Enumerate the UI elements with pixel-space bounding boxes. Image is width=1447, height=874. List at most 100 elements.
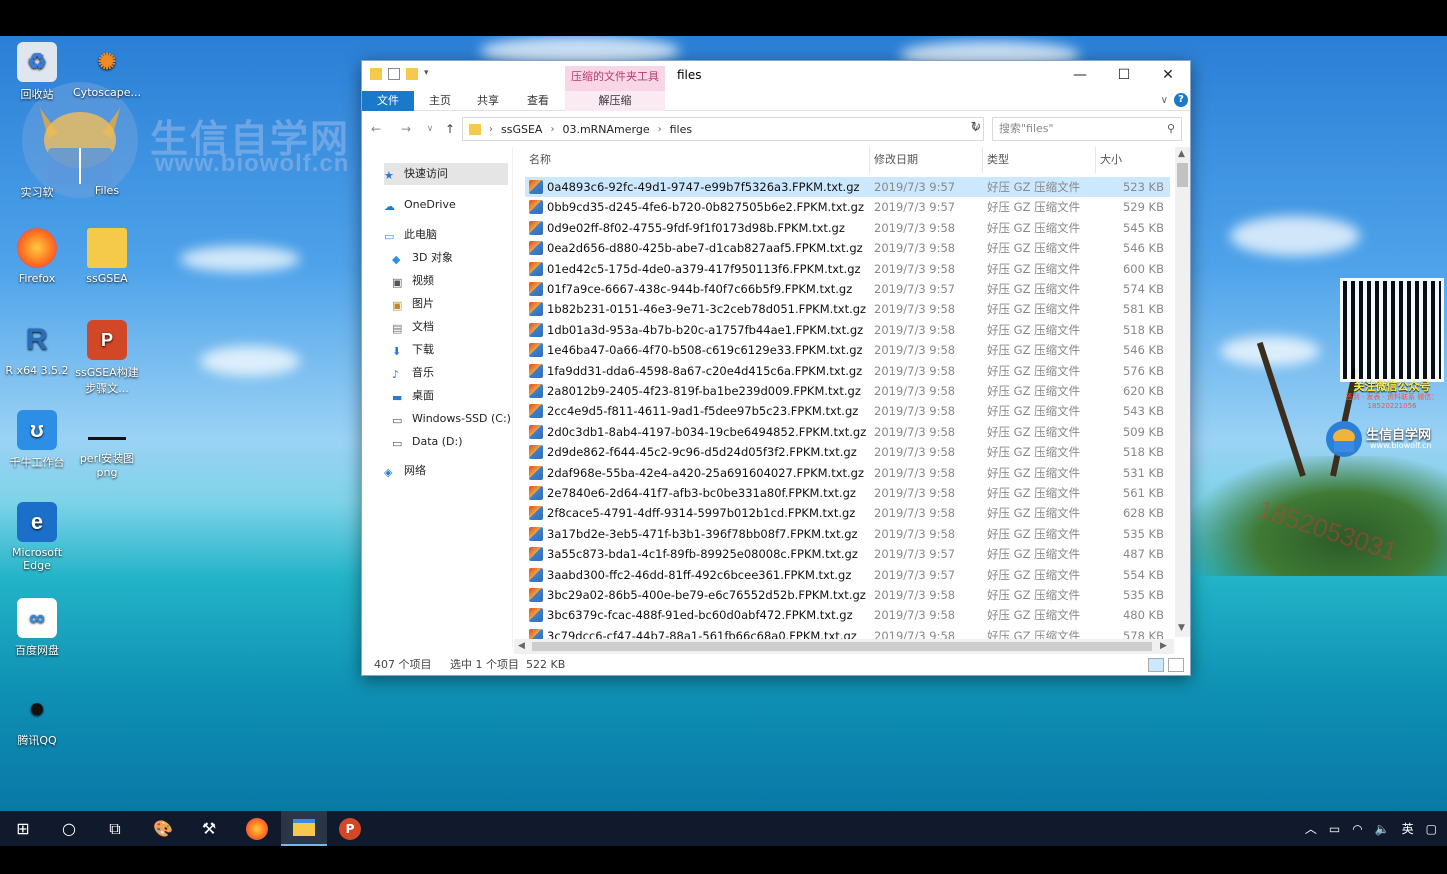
desktop-icon-pptx[interactable]: P ssGSEA构建 步骤文...: [72, 320, 142, 396]
nav-drive-d[interactable]: ▭ Data (D:): [392, 431, 463, 453]
nav-onedrive[interactable]: ☁ OneDrive: [384, 194, 456, 216]
table-row[interactable]: 2d0c3db1-8ab4-4197-b034-19cbe6494852.FPK…: [525, 422, 1170, 442]
nav-downloads[interactable]: ⬇ 下载: [392, 339, 434, 361]
paint-icon[interactable]: 🎨: [140, 811, 186, 846]
file-explorer-icon[interactable]: [281, 811, 327, 846]
scroll-right-icon[interactable]: ▶: [1160, 641, 1167, 651]
title-bar[interactable]: ▾ 压缩的文件夹工具 files — ☐ ✕: [362, 61, 1190, 91]
help-icon[interactable]: ?: [1174, 93, 1188, 107]
nav-pictures[interactable]: ▣ 图片: [392, 293, 434, 315]
table-row[interactable]: 1db01a3d-953a-4b7b-b20c-a1757fb44ae1.FPK…: [525, 320, 1170, 340]
table-row[interactable]: 2f8cace5-4791-4dff-9314-5997b012b1cd.FPK…: [525, 503, 1170, 523]
desktop-icon-files[interactable]: Files: [72, 140, 142, 197]
nav-3d-objects[interactable]: ◆ 3D 对象: [392, 247, 453, 269]
file-explorer-window[interactable]: ▾ 压缩的文件夹工具 files — ☐ ✕ 文件 主页 共享 查看 解压缩 ∨…: [361, 60, 1191, 676]
column-type[interactable]: 类型: [983, 147, 1096, 173]
table-row[interactable]: 3aabd300-ffc2-46dd-81ff-492c6bcee361.FPK…: [525, 565, 1170, 585]
table-row[interactable]: 0d9e02ff-8f02-4755-9fdf-9f1f0173d98b.FPK…: [525, 218, 1170, 238]
chevron-up-icon[interactable]: ︿: [1305, 820, 1317, 837]
context-tab-compressed[interactable]: 压缩的文件夹工具: [565, 66, 665, 91]
search-icon[interactable]: ○: [46, 811, 92, 846]
expand-ribbon-icon[interactable]: ∨: [1161, 91, 1168, 111]
column-name[interactable]: 名称: [525, 147, 870, 173]
large-icons-view-icon[interactable]: [1168, 658, 1184, 672]
tab-share[interactable]: 共享: [468, 91, 508, 111]
start-icon[interactable]: ⊞: [0, 811, 46, 846]
desktop-icon-edge[interactable]: e Microsoft Edge: [2, 502, 72, 572]
breadcrumb-ssgsea[interactable]: ssGSEA: [501, 123, 542, 136]
table-row[interactable]: 3bc29a02-86b5-400e-be79-e6c76552d52b.FPK…: [525, 585, 1170, 605]
forward-icon[interactable]: →: [398, 120, 414, 138]
table-row[interactable]: 3a17bd2e-3eb5-471f-b3b1-396f78bb08f7.FPK…: [525, 524, 1170, 544]
desktop-icon-baidu-pan[interactable]: ∞ 百度网盘: [2, 598, 72, 658]
desktop-icon-firefox[interactable]: Firefox: [2, 228, 72, 285]
task-view-icon[interactable]: ⧉: [92, 811, 138, 846]
details-view-icon[interactable]: [1148, 658, 1164, 672]
notification-icon[interactable]: ▢: [1426, 822, 1437, 836]
table-row[interactable]: 1b82b231-0151-46e3-9e71-3c2ceb78d051.FPK…: [525, 299, 1170, 319]
tab-home[interactable]: 主页: [420, 91, 460, 111]
table-row[interactable]: 0bb9cd35-d245-4fe6-b720-0b827505b6e2.FPK…: [525, 197, 1170, 217]
new-folder-icon[interactable]: [406, 68, 418, 80]
powerpoint-icon[interactable]: P: [327, 811, 373, 846]
desktop-icon-cytoscape[interactable]: ✺ Cytoscape...: [72, 42, 142, 99]
tab-file[interactable]: 文件: [362, 91, 414, 111]
nav-quick-access[interactable]: ★ 快速访问: [384, 163, 508, 185]
scroll-down-icon[interactable]: ▼: [1178, 623, 1185, 633]
desktop-icon-qianniu[interactable]: ʊ 千牛工作台: [2, 410, 72, 470]
nav-music[interactable]: ♪ 音乐: [392, 362, 434, 384]
properties-icon[interactable]: [388, 68, 400, 80]
table-row[interactable]: 2a8012b9-2405-4f23-819f-ba1be239d009.FPK…: [525, 381, 1170, 401]
scroll-left-icon[interactable]: ◀: [518, 641, 525, 651]
vertical-scrollbar[interactable]: ▲ ▼: [1175, 147, 1190, 637]
nav-videos[interactable]: ▣ 视频: [392, 270, 434, 292]
search-icon[interactable]: ⚲: [1167, 118, 1175, 140]
vertical-scroll-thumb[interactable]: [1177, 163, 1188, 187]
table-row[interactable]: 2daf968e-55ba-42e4-a420-25a691604027.FPK…: [525, 463, 1170, 483]
desktop-icon-recycle-bin[interactable]: ♻ 回收站: [2, 42, 72, 102]
chevron-down-icon[interactable]: ▾: [424, 68, 436, 80]
recent-locations-icon[interactable]: ∨: [422, 120, 438, 138]
table-row[interactable]: 01f7a9ce-6667-438c-944b-f40f7c66b5f9.FPK…: [525, 279, 1170, 299]
refresh-icon[interactable]: ↻: [966, 117, 986, 141]
table-row[interactable]: 0ea2d656-d880-425b-abe7-d1cab827aaf5.FPK…: [525, 238, 1170, 258]
wifi-icon[interactable]: ◠: [1352, 822, 1362, 836]
breadcrumb-files[interactable]: files: [670, 123, 692, 136]
back-icon[interactable]: ←: [368, 120, 384, 138]
close-button[interactable]: ✕: [1146, 63, 1190, 89]
desktop-icon-software[interactable]: 实习软: [2, 140, 72, 200]
table-row[interactable]: 0a4893c6-92fc-49d1-9747-e99b7f5326a3.FPK…: [525, 177, 1170, 197]
desktop-icon-qq[interactable]: ● 腾讯QQ: [2, 688, 72, 748]
nav-desktop[interactable]: ▬ 桌面: [392, 385, 434, 407]
horizontal-scrollbar[interactable]: ◀ ▶: [514, 639, 1174, 654]
nav-drive-c[interactable]: ▭ Windows-SSD (C:): [392, 408, 511, 430]
table-row[interactable]: 2d9de862-f644-45c2-9c96-d5d24d05f3f2.FPK…: [525, 442, 1170, 462]
desktop-icon-png[interactable]: perl安装图 png: [72, 430, 142, 479]
nav-network[interactable]: ◈ 网络: [384, 460, 426, 482]
nav-documents[interactable]: ▤ 文档: [392, 316, 434, 338]
minimize-button[interactable]: —: [1058, 63, 1102, 89]
address-bar[interactable]: › ssGSEA › 03.mRNAmerge › files ∨: [462, 117, 984, 141]
table-row[interactable]: 01ed42c5-175d-4de0-a379-417f950113f6.FPK…: [525, 259, 1170, 279]
volume-icon[interactable]: 🔈: [1375, 822, 1390, 836]
table-row[interactable]: 1e46ba47-0a66-4f70-b508-c619c6129e33.FPK…: [525, 340, 1170, 360]
horizontal-scroll-thumb[interactable]: [532, 642, 1152, 651]
nav-this-pc[interactable]: ▭ 此电脑: [384, 224, 437, 246]
up-icon[interactable]: ↑: [442, 120, 458, 138]
battery-icon[interactable]: ▭: [1329, 822, 1340, 836]
maximize-button[interactable]: ☐: [1102, 63, 1146, 89]
desktop-icon-r[interactable]: R R x64 3.5.2: [2, 320, 72, 377]
desktop-icon-ssgsea[interactable]: ssGSEA: [72, 228, 142, 285]
table-row[interactable]: 1fa9dd31-dda6-4598-8a67-c20e4d415c6a.FPK…: [525, 361, 1170, 381]
scroll-up-icon[interactable]: ▲: [1178, 149, 1185, 159]
input-language[interactable]: 英: [1402, 820, 1414, 837]
column-date[interactable]: 修改日期: [870, 147, 983, 173]
breadcrumb-mrnamerge[interactable]: 03.mRNAmerge: [562, 123, 649, 136]
table-row[interactable]: 2e7840e6-2d64-41f7-afb3-bc0be331a80f.FPK…: [525, 483, 1170, 503]
tool-icon[interactable]: ⚒: [186, 811, 232, 846]
column-size[interactable]: 大小: [1096, 147, 1166, 173]
tab-extract[interactable]: 解压缩: [565, 91, 665, 111]
firefox-icon[interactable]: [234, 811, 280, 846]
table-row[interactable]: 2cc4e9d5-f811-4611-9ad1-f5dee97b5c23.FPK…: [525, 401, 1170, 421]
pane-divider[interactable]: [512, 147, 513, 647]
